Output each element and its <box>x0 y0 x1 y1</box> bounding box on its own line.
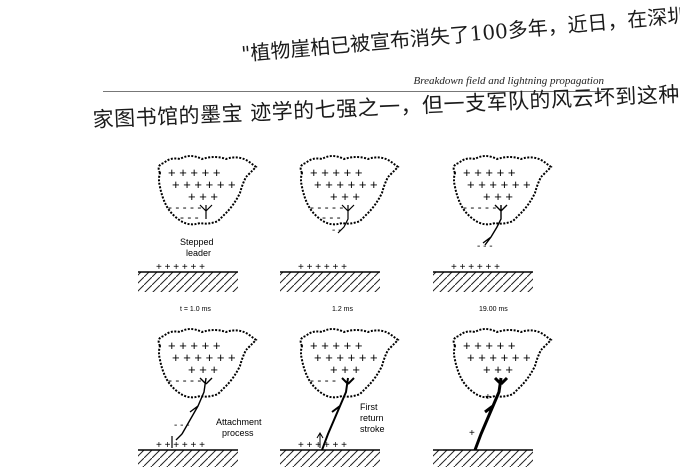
charge-minus: - - - <box>322 210 341 224</box>
charge-minus: - - - <box>174 420 190 431</box>
stage-caption: process <box>222 428 254 438</box>
ground-hatch <box>138 272 238 292</box>
stage-caption: stroke <box>360 424 385 434</box>
ground-hatch <box>433 450 533 467</box>
panel-first-return-stroke: + + + + + + + + + + + + + + - - - - Firs… <box>280 328 399 467</box>
ground-hatch <box>280 272 380 292</box>
ground-charges: + + + + + + <box>298 440 347 451</box>
stage-caption: Stepped <box>180 237 214 247</box>
ground-charges: + + + + + + <box>451 262 500 273</box>
lightning-stages-figure: + + + + + + + + + + + + + + - - - - - - … <box>138 155 552 467</box>
leader-channel <box>199 204 213 219</box>
charge-minus: - - - - - <box>168 373 201 387</box>
stage-caption: Attachment <box>216 417 262 427</box>
charge-plus: + <box>469 428 475 439</box>
lightning-channel <box>473 376 509 451</box>
charge-plus: + + + <box>483 362 513 377</box>
charge-minus: - - - <box>477 241 493 252</box>
ground-charges: + + + + + + <box>156 440 205 451</box>
panel-leader-advance: + + + + + + + + + + + + + + - - - - - - … <box>280 155 399 313</box>
charge-minus: - - - <box>180 210 199 224</box>
ground-charges: + + + + + + <box>156 262 205 273</box>
time-label: 19.00 ms <box>479 306 508 313</box>
panel-leader-near-ground: + + + + + + + + + + + + + + - - - - - - … <box>433 155 552 313</box>
panel-channel-established: + + + + + + + + + + + + + + + + <box>433 328 552 467</box>
charge-minus: - - <box>332 225 341 236</box>
time-label: t = 1.0 ms <box>180 306 211 313</box>
ground-hatch <box>280 450 380 467</box>
stage-caption: First <box>360 402 378 412</box>
ground-hatch <box>138 450 238 467</box>
ground-hatch <box>433 272 533 292</box>
ground-charges: + + + + + + <box>298 262 347 273</box>
stage-caption: return <box>360 413 384 423</box>
panel-attachment-process: + + + + + + + + + + + + + + - - - - - - … <box>138 328 262 467</box>
charge-minus: - - - - <box>310 373 336 387</box>
panel-stepped-leader: + + + + + + + + + + + + + + - - - - - - … <box>138 155 257 313</box>
stage-caption: leader <box>186 248 211 258</box>
time-label: 1.2 ms <box>332 306 354 313</box>
charge-minus: - - - - - <box>463 200 496 214</box>
charge-plus: + <box>485 392 491 403</box>
